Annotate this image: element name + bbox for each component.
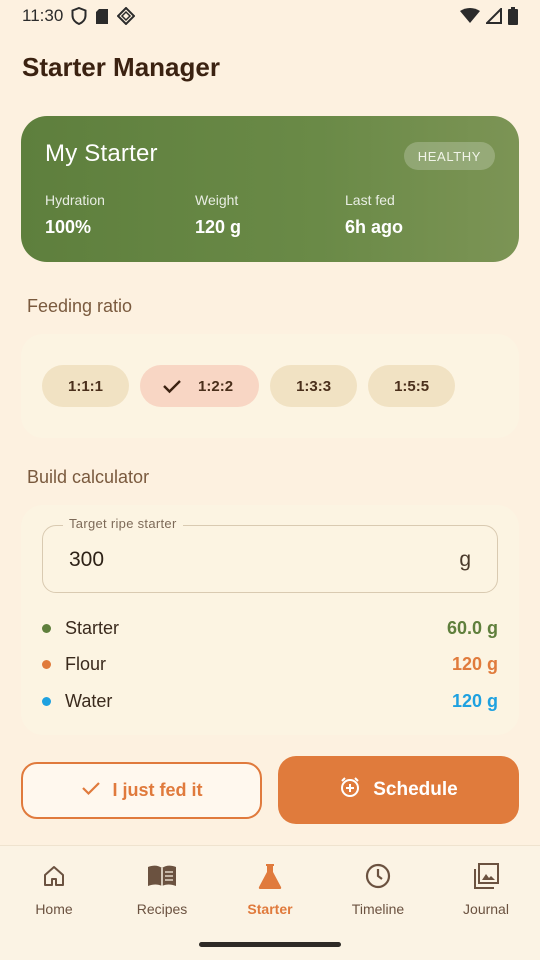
schedule-button-label: Schedule xyxy=(373,779,458,800)
ingredient-name: Flour xyxy=(65,653,107,674)
stat-label: Hydration xyxy=(45,192,105,208)
status-badge: HEALTHY xyxy=(403,142,495,170)
nav-label: Starter xyxy=(247,901,293,917)
ratio-chip-1-5-5[interactable]: 1:5:5 xyxy=(368,365,456,407)
input-label: Target ripe starter xyxy=(63,516,183,531)
check-icon xyxy=(81,780,101,801)
nav-label: Recipes xyxy=(136,901,188,917)
starter-stats: Hydration 100% Weight 120 g Last fed 6h … xyxy=(45,192,495,238)
stat-value: 6h ago xyxy=(345,217,404,237)
alarm-icon xyxy=(339,776,361,804)
fed-button[interactable]: I just fed it xyxy=(21,762,262,819)
ingredient-amount: 60.0 g xyxy=(446,617,498,638)
chip-label: 1:3:3 xyxy=(296,377,332,395)
book-icon xyxy=(147,862,177,890)
wifi-icon xyxy=(460,8,480,24)
signal-icon xyxy=(486,8,502,24)
page-title: Starter Manager xyxy=(22,52,220,82)
feeding-ratio-card: 1:1:1 1:2:2 1:3:3 1:5:5 xyxy=(21,334,519,438)
stat-last-fed: Last fed 6h ago xyxy=(345,192,495,238)
build-calculator-heading: Build calculator xyxy=(27,467,150,487)
stat-value: 120 g xyxy=(195,217,242,237)
ingredient-name: Starter xyxy=(65,617,120,638)
target-starter-input[interactable]: Target ripe starter 300 g xyxy=(42,516,498,593)
feeding-ratio-heading: Feeding ratio xyxy=(27,296,133,316)
nav-item-journal[interactable]: Journal xyxy=(432,846,540,960)
diamond-icon xyxy=(117,7,136,25)
stat-hydration: Hydration 100% xyxy=(45,192,195,238)
sd-card-icon xyxy=(95,8,109,25)
clock-icon xyxy=(365,862,391,890)
stat-label: Last fed xyxy=(345,192,395,208)
ingredient-amount: 120 g xyxy=(451,690,498,711)
nav-label: Journal xyxy=(463,901,509,917)
ingredient-amount: 120 g xyxy=(451,653,498,674)
stat-value: 100% xyxy=(45,217,92,237)
flask-icon xyxy=(258,862,282,890)
photo-album-icon xyxy=(473,862,499,890)
chip-label: 1:2:2 xyxy=(198,377,234,395)
ingredient-row-flour: Flour 120 g xyxy=(42,652,498,676)
home-icon xyxy=(42,862,66,890)
flour-dot-icon xyxy=(42,659,51,669)
battery-icon xyxy=(508,7,518,25)
fed-button-label: I just fed it xyxy=(112,780,203,800)
ingredient-name: Water xyxy=(65,690,113,711)
check-icon xyxy=(162,378,182,394)
schedule-button[interactable]: Schedule xyxy=(278,756,519,824)
build-calculator-card: Target ripe starter 300 g Starter 60.0 g… xyxy=(21,505,519,735)
input-unit: g xyxy=(459,548,471,571)
stat-weight: Weight 120 g xyxy=(195,192,345,238)
home-indicator[interactable] xyxy=(199,942,341,947)
nav-label: Home xyxy=(35,901,73,917)
status-bar: 11:30 xyxy=(0,0,540,32)
water-dot-icon xyxy=(42,696,51,706)
starter-dot-icon xyxy=(42,623,51,633)
chip-label: 1:1:1 xyxy=(68,377,104,395)
shield-icon xyxy=(71,7,87,25)
nav-item-home[interactable]: Home xyxy=(0,846,108,960)
ratio-chip-1-3-3[interactable]: 1:3:3 xyxy=(270,365,358,407)
nav-label: Timeline xyxy=(351,901,405,917)
status-time: 11:30 xyxy=(22,6,64,25)
ingredient-row-water: Water 120 g xyxy=(42,689,498,713)
chip-label: 1:5:5 xyxy=(394,377,430,395)
ratio-chip-1-2-2[interactable]: 1:2:2 xyxy=(140,365,260,407)
ratio-chip-1-1-1[interactable]: 1:1:1 xyxy=(42,365,130,407)
ingredient-row-starter: Starter 60.0 g xyxy=(42,616,498,640)
stat-label: Weight xyxy=(195,192,239,208)
starter-summary-card[interactable]: My Starter HEALTHY Hydration 100% Weight… xyxy=(21,116,519,262)
input-value[interactable]: 300 xyxy=(69,548,104,572)
